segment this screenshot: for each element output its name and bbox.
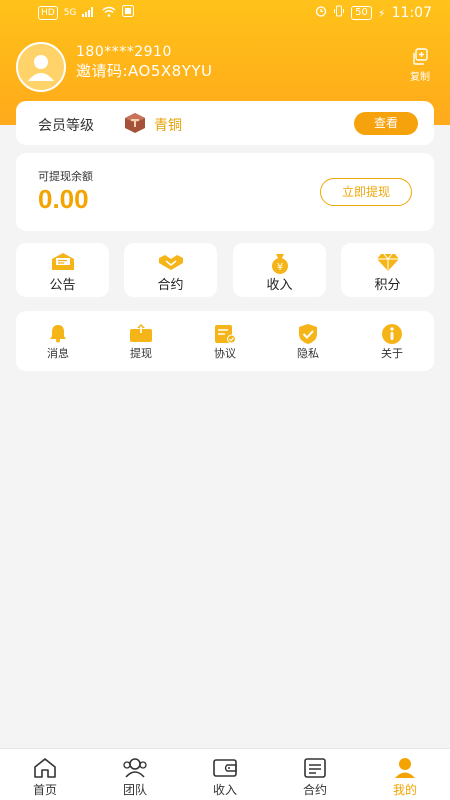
bronze-rank-icon	[124, 112, 146, 134]
network-indicator: 5G	[63, 8, 77, 18]
vibrate-icon	[333, 5, 345, 21]
home-icon	[0, 757, 90, 779]
balance-card: 可提现余额 0.00 立即提现	[16, 153, 434, 231]
view-member-button[interactable]: 查看	[354, 112, 418, 135]
menu-item-about[interactable]: 关于	[362, 311, 422, 371]
shield-check-icon	[278, 323, 338, 345]
team-icon	[90, 757, 180, 779]
tab-label: 我的	[392, 783, 417, 797]
quick-action-income[interactable]: ¥ 收入	[233, 243, 326, 297]
menu-item-label: 关于	[381, 347, 403, 360]
contract-icon	[270, 757, 360, 779]
menu-item-agreement[interactable]: 协议	[195, 311, 255, 371]
wifi-icon	[102, 6, 116, 21]
status-bar: HD 5G 50 ⚡ 11:07	[0, 0, 450, 26]
notification-icon	[122, 5, 135, 21]
tab-label: 收入	[212, 783, 237, 797]
quick-action-announcement[interactable]: 公告	[16, 243, 109, 297]
menu-item-label: 协议	[214, 347, 236, 360]
diamond-icon	[341, 252, 434, 272]
money-bag-icon: ¥	[233, 252, 326, 274]
user-icon	[360, 757, 450, 779]
alarm-icon	[315, 5, 327, 21]
service-menu-card: 消息 提现 协议 隐私 关于	[16, 311, 434, 371]
menu-item-messages[interactable]: 消息	[28, 311, 88, 371]
charging-icon: ⚡	[377, 6, 386, 20]
withdraw-now-button[interactable]: 立即提现	[320, 178, 412, 206]
balance-label: 可提现余额	[38, 170, 93, 183]
user-avatar-icon	[28, 55, 54, 81]
quick-action-points[interactable]: 积分	[341, 243, 434, 297]
tab-team[interactable]: 团队	[90, 749, 180, 800]
quick-action-label: 收入	[266, 278, 293, 293]
quick-action-contract[interactable]: 合约	[124, 243, 217, 297]
menu-item-label: 隐私	[297, 347, 319, 360]
menu-item-label: 消息	[47, 347, 69, 360]
tab-label: 团队	[122, 783, 147, 797]
balance-value: 0.00	[38, 184, 89, 214]
copy-button[interactable]: 复制	[402, 48, 438, 83]
announcement-icon	[16, 252, 109, 272]
quick-action-label: 积分	[374, 278, 401, 293]
phone-number: 180****2910	[76, 44, 172, 60]
bell-icon	[28, 323, 88, 343]
withdraw-box-icon	[111, 323, 171, 343]
tab-mine[interactable]: 我的	[360, 749, 450, 800]
tab-contract[interactable]: 合约	[270, 749, 360, 800]
quick-action-label: 公告	[49, 278, 76, 293]
member-level-card: 会员等级 青铜 查看	[16, 101, 434, 145]
tab-label: 首页	[32, 783, 57, 797]
signal-icon	[82, 6, 96, 21]
copy-label: 复制	[410, 72, 430, 83]
menu-item-withdraw[interactable]: 提现	[111, 311, 171, 371]
wallet-icon	[180, 757, 270, 779]
tab-label: 合约	[302, 783, 327, 797]
hd-badge: HD	[38, 6, 58, 20]
invite-code: 邀请码:AO5X8YYU	[76, 62, 213, 80]
clock: 11:07	[391, 5, 432, 21]
menu-item-label: 提现	[130, 347, 152, 360]
avatar[interactable]	[16, 42, 66, 92]
tab-income[interactable]: 收入	[180, 749, 270, 800]
battery-indicator: 50	[351, 6, 372, 20]
member-level-label: 会员等级	[38, 118, 94, 134]
svg-text:¥: ¥	[276, 262, 282, 273]
info-icon	[362, 323, 422, 345]
menu-item-privacy[interactable]: 隐私	[278, 311, 338, 371]
member-rank: 青铜	[154, 118, 182, 134]
handshake-icon	[124, 252, 217, 272]
tab-home[interactable]: 首页	[0, 749, 90, 800]
bottom-tab-bar: 首页 团队 收入 合约 我的	[0, 748, 450, 800]
copy-icon	[413, 48, 428, 65]
quick-action-label: 合约	[157, 278, 184, 293]
agreement-icon	[195, 323, 255, 345]
